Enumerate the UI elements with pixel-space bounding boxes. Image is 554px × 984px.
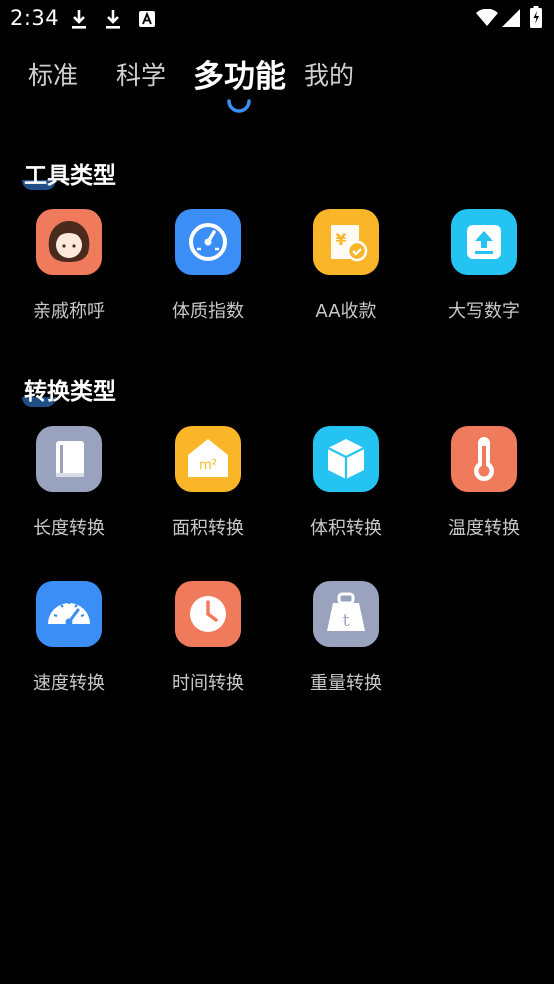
tool-weight-conversion[interactable]: t 重量转换 [286,581,406,699]
yuan-payment-icon: ¥ [313,209,379,275]
tool-label: 体积转换 [310,518,382,539]
tool-area-conversion[interactable]: m² 面积转换 [148,426,268,544]
relative-face-icon [36,209,102,275]
speedometer-icon [36,581,102,647]
tool-temperature-conversion[interactable]: 温度转换 [424,426,544,544]
download-icon [104,8,122,34]
tool-volume-conversion[interactable]: 体积转换 [286,426,406,544]
download-icon [70,8,88,34]
tab-bar: 标准 科学 多功能 我的 [0,56,554,116]
cube-icon [313,426,379,492]
tool-label: 面积转换 [172,518,244,539]
thermometer-icon [451,426,517,492]
active-tab-indicator [226,98,252,120]
tool-label: 亲戚称呼 [33,301,105,322]
gauge-icon [175,209,241,275]
book-icon [36,426,102,492]
tool-length-conversion[interactable]: 长度转换 [9,426,129,544]
signal-icon [502,9,520,31]
weight-icon: t [313,581,379,647]
tool-bmi[interactable]: 体质指数 [148,209,268,327]
tool-label: 速度转换 [33,673,105,694]
tool-label: 长度转换 [33,518,105,539]
battery-icon [530,6,542,32]
tool-uppercase-number[interactable]: 大写数字 [424,209,544,327]
svg-text:m²: m² [199,458,217,473]
svg-text:t: t [343,611,350,631]
tab-mine[interactable]: 我的 [304,56,354,92]
tool-aa-payment[interactable]: ¥ AA收款 [286,209,406,327]
tool-label: 重量转换 [310,673,382,694]
tab-multifunction[interactable]: 多功能 [193,51,286,96]
section-title-tools: 工具类型 [24,163,116,189]
tool-relative-title[interactable]: 亲戚称呼 [9,209,129,327]
tab-standard[interactable]: 标准 [28,56,78,92]
svg-text:¥: ¥ [335,230,346,249]
clock-icon [175,581,241,647]
tool-speed-conversion[interactable]: 速度转换 [9,581,129,699]
tab-scientific[interactable]: 科学 [116,56,166,92]
section-title-conversion: 转换类型 [24,379,116,405]
tool-time-conversion[interactable]: 时间转换 [148,581,268,699]
accessibility-icon [138,10,156,32]
upload-arrow-icon [451,209,517,275]
wifi-icon [476,8,498,31]
status-bar: 2:34 [0,0,554,38]
status-time: 2:34 [10,6,60,30]
tool-label: 温度转换 [448,518,520,539]
tool-label: 大写数字 [448,301,520,322]
tool-label: 体质指数 [172,301,244,322]
tool-label: 时间转换 [172,673,244,694]
house-m2-icon: m² [175,426,241,492]
tool-label: AA收款 [315,301,377,322]
